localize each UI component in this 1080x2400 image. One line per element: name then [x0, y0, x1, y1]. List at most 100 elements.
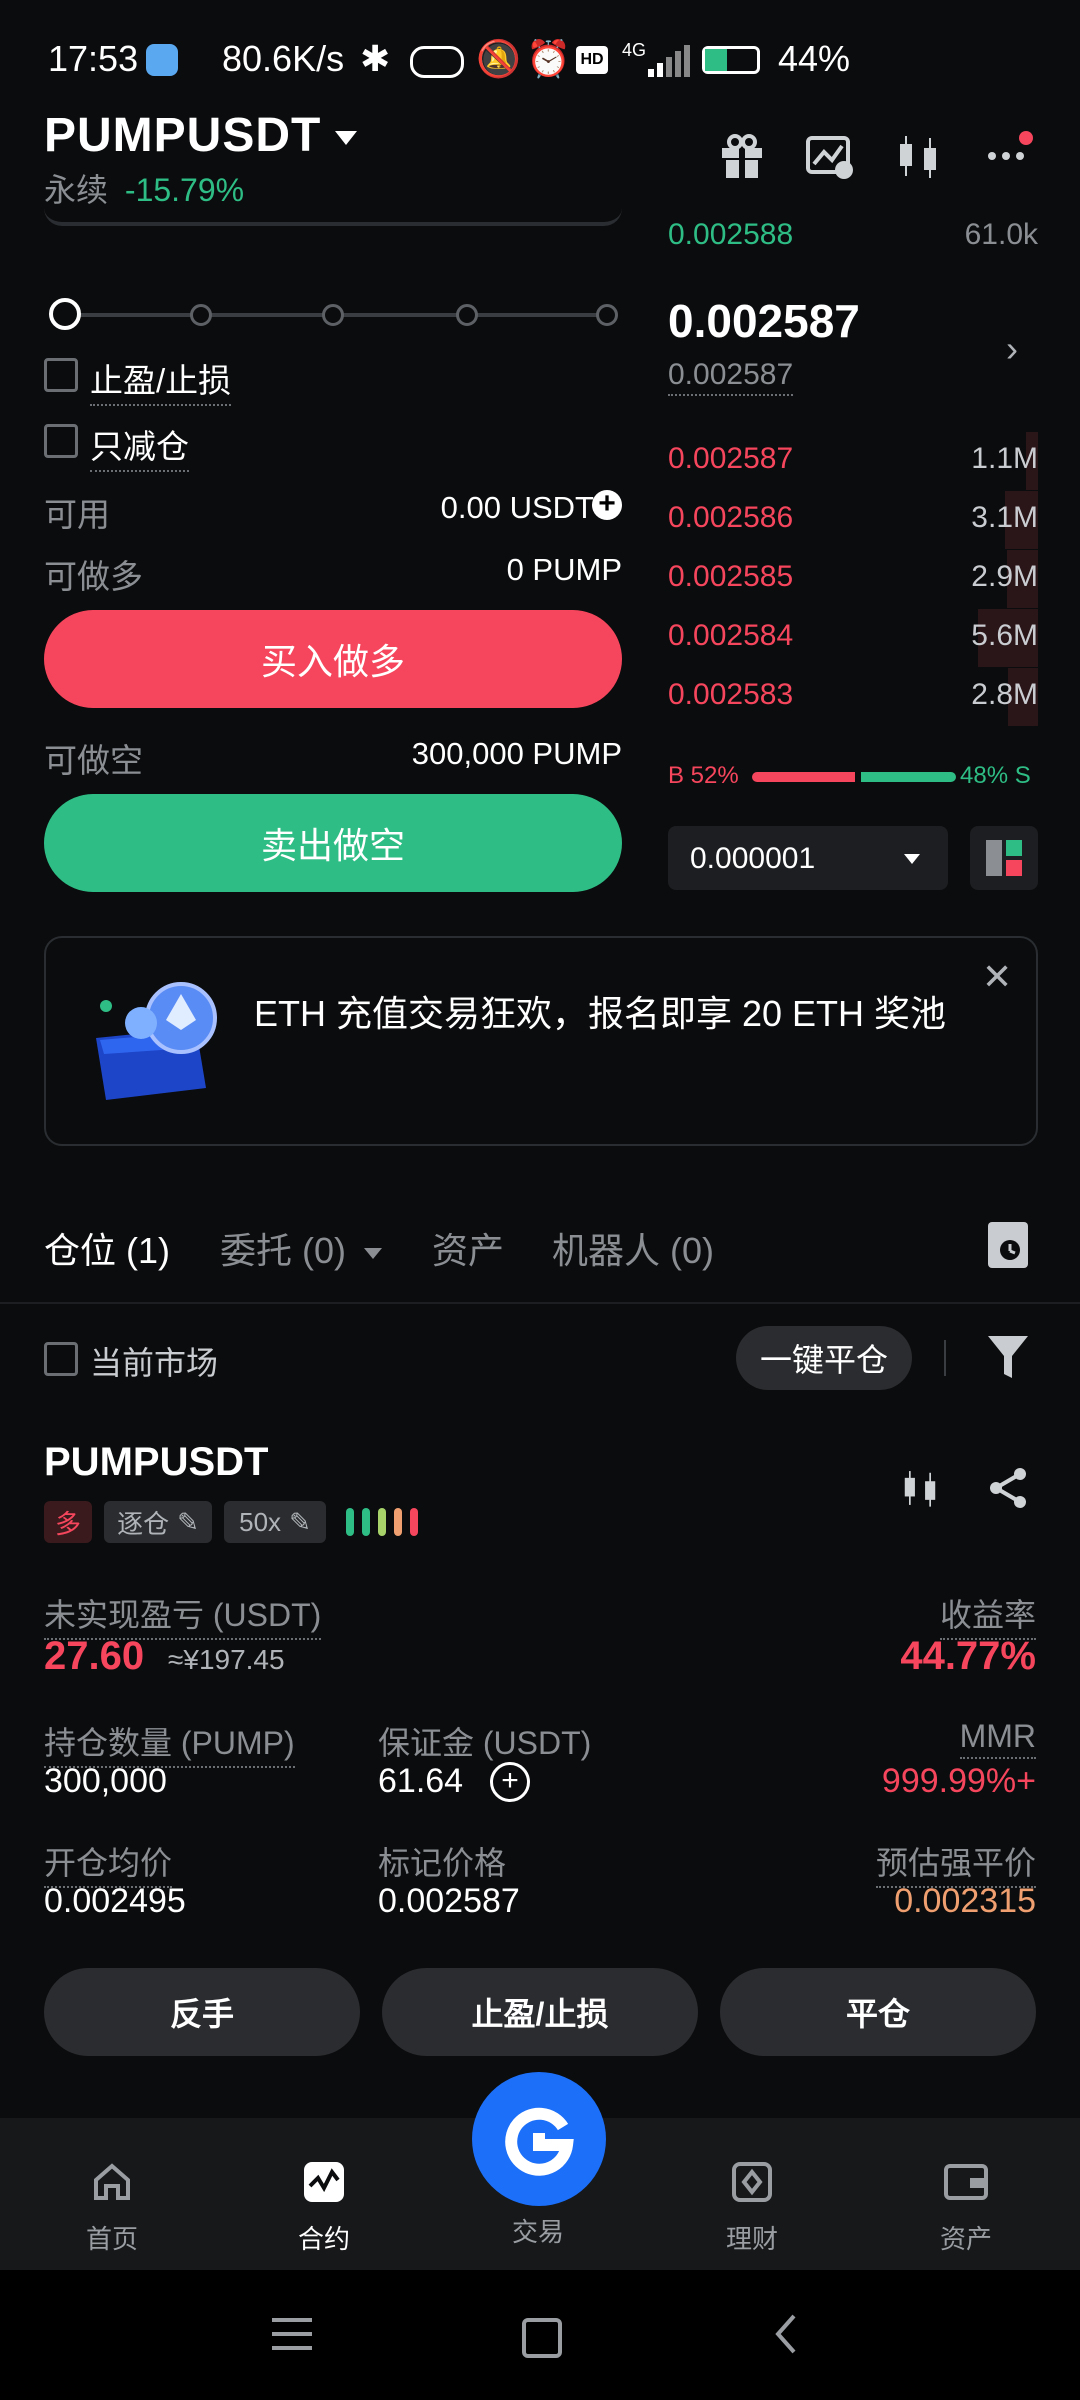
roe-label: 收益率 [939, 1590, 1036, 1640]
slider-step-75[interactable] [456, 304, 478, 326]
add-margin-icon[interactable]: + [490, 1762, 530, 1802]
mmr-label: MMR [959, 1718, 1036, 1759]
battery-level: 44% [778, 38, 851, 79]
status-speed: 80.6K/s [222, 38, 345, 79]
bid-price: 0.002585 [668, 560, 794, 593]
ask-price: 0.002588 [668, 218, 794, 251]
precision-select[interactable]: 0.000001 [668, 826, 948, 890]
mmr-value: 999.99%+ [881, 1762, 1036, 1800]
mark-price: 0.002587 [668, 358, 794, 396]
back-icon[interactable] [774, 2314, 798, 2354]
banner-text: ETH 充值交易狂欢，报名即享 20 ETH 奖池 [254, 993, 947, 1034]
orderbook-ask-row[interactable]: 0.002588 61.0k [668, 208, 1038, 266]
nav-assets[interactable]: 资产 [906, 2118, 1026, 2268]
ratio-bar-track [752, 772, 956, 782]
available-value: 0.00 USDT [440, 490, 594, 525]
alarm-icon: ⏰ [526, 38, 571, 79]
current-market-label[interactable]: 当前市场 [90, 1338, 218, 1384]
chevron-right-icon[interactable]: › [1006, 328, 1018, 370]
tab-bots[interactable]: 机器人 (0) [552, 1222, 714, 1274]
transfer-add-icon[interactable]: + [592, 489, 622, 520]
ratio-bar-sell [861, 772, 956, 782]
nav-futures[interactable]: 合约 [264, 2118, 384, 2268]
reduce-only-checkbox[interactable] [44, 424, 78, 458]
tpsl-label[interactable]: 止盈/止损 [90, 354, 232, 406]
status-bar: 17:53 80.6K/s ✱ 🔕 ⏰ HD 4G 44% [0, 0, 1080, 120]
home-square-icon[interactable] [522, 2318, 562, 2358]
nav-trade-label: 交易 [511, 2217, 564, 2247]
symbol-title: PUMPUSDT [44, 109, 322, 162]
margin-label: 保证金 (USDT) [378, 1725, 592, 1761]
wallet-icon [944, 2164, 988, 2200]
margin-value: 61.64 [378, 1762, 464, 1800]
close-icon[interactable]: ✕ [982, 956, 1012, 998]
leverage-badge[interactable]: 50x ✎ [224, 1501, 326, 1543]
tpsl-button[interactable]: 止盈/止损 [382, 1968, 698, 2056]
tab-positions[interactable]: 仓位 (1) [44, 1222, 170, 1274]
orderbook-bid-row[interactable]: 0.002583 2.8M [668, 668, 1038, 726]
nav-home[interactable]: 首页 [52, 2118, 172, 2268]
slider-step-100[interactable] [596, 304, 618, 326]
entry-value: 0.002495 [44, 1882, 186, 1920]
reduce-only-label[interactable]: 只减仓 [90, 420, 189, 472]
slider-step-50[interactable] [322, 304, 344, 326]
promo-banner[interactable]: ETH 充值交易狂欢，报名即享 20 ETH 奖池 ✕ [44, 936, 1038, 1146]
price-change: -15.79% [124, 172, 245, 208]
reverse-button[interactable]: 反手 [44, 1968, 360, 2056]
position-symbol[interactable]: PUMPUSDT [44, 1440, 268, 1485]
chart-settings-icon[interactable] [804, 130, 856, 182]
history-icon[interactable] [988, 1222, 1028, 1268]
divider [944, 1340, 946, 1376]
chevron-down-icon [364, 1247, 383, 1259]
symbol-subtitle: 永续 -15.79% [44, 165, 244, 211]
filter-icon[interactable] [986, 1334, 1030, 1380]
orderbook-layout-button[interactable] [970, 826, 1038, 890]
close-position-button[interactable]: 平仓 [720, 1968, 1036, 2056]
nav-trade[interactable]: 交易 [478, 2118, 598, 2268]
ratio-bar: B 52% [668, 762, 739, 790]
candlestick-icon[interactable] [892, 130, 944, 182]
orderbook-bid-row[interactable]: 0.002586 3.1M [668, 491, 1038, 549]
symbol-selector[interactable]: PUMPUSDT [44, 108, 358, 163]
contract-type: 永续 [44, 172, 109, 208]
can-long-value: 0 PUMP [506, 552, 622, 587]
tab-orders[interactable]: 委托 (0) [220, 1222, 383, 1274]
last-price: 0.002587 [668, 295, 860, 347]
slider-handle[interactable] [49, 298, 81, 330]
margin-mode-label: 逐仓 [117, 1508, 170, 1539]
more-icon[interactable] [982, 130, 1034, 182]
weather-icon [146, 44, 178, 76]
input-field-edge [44, 208, 622, 226]
hd-icon: HD [576, 46, 608, 74]
sell-short-button[interactable]: 卖出做空 [44, 794, 622, 892]
orderbook-bid-row[interactable]: 0.002585 2.9M [668, 550, 1038, 608]
margin-mode-badge[interactable]: 逐仓 ✎ [104, 1501, 212, 1543]
gift-icon[interactable] [716, 130, 768, 182]
candlestick-icon[interactable] [898, 1466, 942, 1510]
can-long-label: 可做多 [44, 558, 143, 595]
slider-step-25[interactable] [190, 304, 212, 326]
orderbook-bid-row[interactable]: 0.002584 5.6M [668, 609, 1038, 667]
tab-orders-label: 委托 (0) [220, 1230, 347, 1271]
share-icon[interactable] [986, 1466, 1030, 1510]
battery-icon [702, 46, 760, 74]
chevron-down-icon [335, 131, 358, 146]
ask-qty: 61.0k [964, 218, 1038, 251]
entry-label: 开仓均价 [44, 1838, 173, 1888]
buy-ratio: B 52% [668, 762, 739, 789]
buy-long-button[interactable]: 买入做多 [44, 610, 622, 708]
menu-icon[interactable] [272, 2316, 312, 2352]
close-all-button[interactable]: 一键平仓 [736, 1326, 912, 1390]
bid-qty: 2.9M [971, 560, 1038, 593]
orderbook-bid-row[interactable]: 0.002587 1.1M [668, 432, 1038, 490]
mute-icon: 🔕 [476, 38, 521, 79]
tpsl-checkbox[interactable] [44, 358, 78, 392]
tab-assets[interactable]: 资产 [432, 1222, 504, 1274]
pnl-value: 27.60 [44, 1634, 145, 1678]
nav-earn[interactable]: 理财 [692, 2118, 812, 2268]
bid-qty: 3.1M [971, 501, 1038, 534]
edit-icon: ✎ [289, 1506, 311, 1537]
current-market-checkbox[interactable] [44, 1342, 78, 1376]
layout-icon [986, 840, 1022, 876]
precision-value: 0.000001 [690, 842, 816, 875]
